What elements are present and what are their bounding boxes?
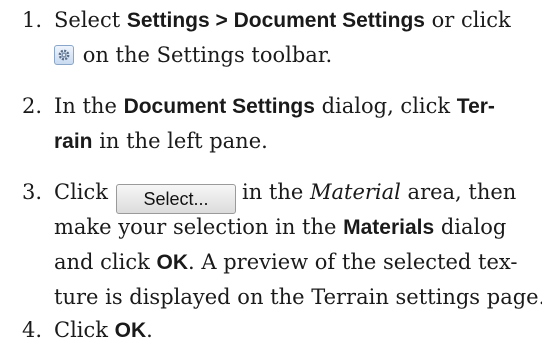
step-number: 1. xyxy=(22,8,43,32)
step-1-line-2: on the Settings toolbar. xyxy=(54,38,332,73)
step-2-line-1: In the Document Settings dialog, click T… xyxy=(54,94,495,118)
gear-icon[interactable] xyxy=(54,45,74,65)
step-3-line-4: ture is displayed on the Terrain setting… xyxy=(54,285,542,309)
dialog-name: Materials xyxy=(343,216,435,239)
step-3-line-1: Click Select... in the Material area, then xyxy=(54,175,516,214)
ok-label: OK xyxy=(114,319,147,342)
step-number: 4. xyxy=(22,318,43,342)
pane-item: rain xyxy=(54,130,93,153)
step-number: 3. xyxy=(22,180,43,204)
ok-label: OK xyxy=(156,251,189,274)
menu-path: Settings > Document Settings xyxy=(126,9,425,32)
step-1-line-1: Select Settings > Document Settings or c… xyxy=(54,8,511,32)
material-area-label: Material xyxy=(309,180,401,204)
step-3-line-3: and click OK. A preview of the selected … xyxy=(54,250,518,274)
step-3-line-2: make your selection in the Materials dia… xyxy=(54,215,507,239)
step-2-line-2: rain in the left pane. xyxy=(54,129,268,153)
dialog-name: Document Settings xyxy=(123,95,315,118)
step-number: 2. xyxy=(22,94,43,118)
pane-item: Ter- xyxy=(456,95,495,118)
step-4-line-1: Click OK. xyxy=(54,318,153,342)
